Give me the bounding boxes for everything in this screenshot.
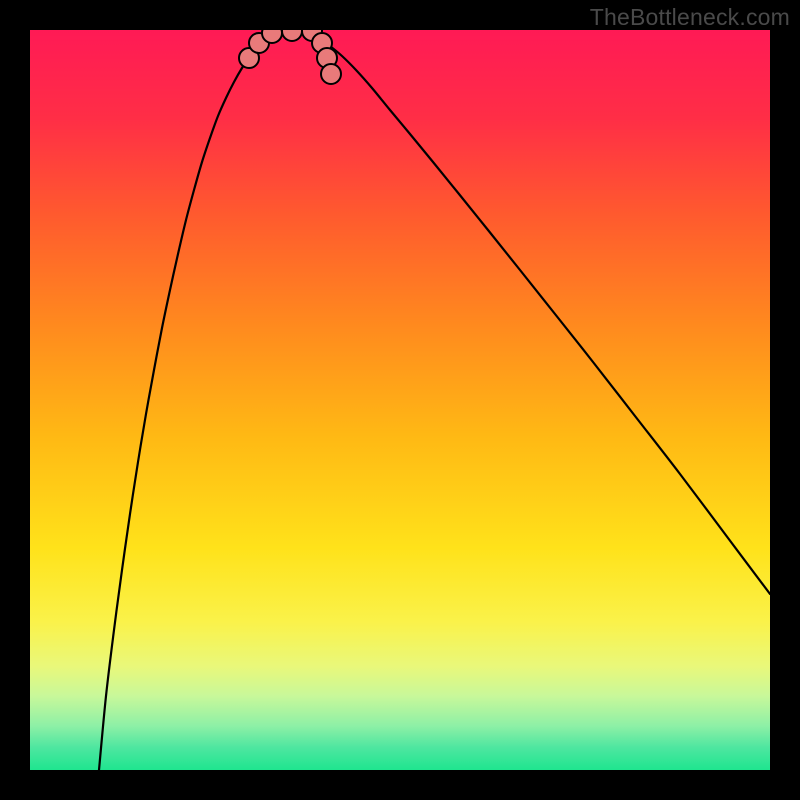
marker-point bbox=[321, 64, 341, 84]
marker-point bbox=[282, 30, 302, 41]
chart-svg bbox=[30, 30, 770, 770]
watermark-text: TheBottleneck.com bbox=[590, 4, 790, 31]
plot-area bbox=[30, 30, 770, 770]
gradient-background bbox=[30, 30, 770, 770]
outer-frame: TheBottleneck.com bbox=[0, 0, 800, 800]
marker-point bbox=[262, 30, 282, 43]
